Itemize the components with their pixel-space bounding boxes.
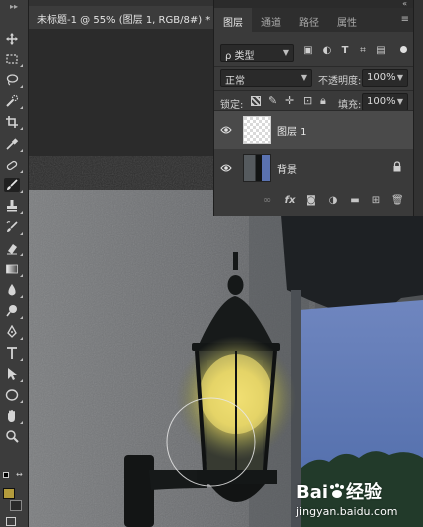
lock-all-icon[interactable]: 🔒︎ (320, 94, 326, 108)
fill-value: 100% (367, 96, 396, 107)
search-icon: ρ (225, 51, 232, 62)
layers-bottom-toolbar: ∞ fx ◙ ◑ ▬ ⊞ 🗑︎ (214, 193, 414, 211)
adjustment-layer-icon[interactable]: ◑ (327, 195, 339, 207)
chevron-down-icon: ▼ (282, 48, 289, 57)
tools-panel: ▸▸ ↔ (0, 0, 29, 527)
chevron-down-icon: ▼ (300, 73, 307, 82)
toolbar-grip[interactable]: ▸▸ (0, 0, 28, 12)
blur-tool-icon[interactable] (4, 283, 23, 298)
watermark-brand-suffix: 经验 (346, 482, 383, 503)
link-layers-icon[interactable]: ∞ (261, 195, 273, 207)
add-mask-icon[interactable]: ◙ (305, 195, 317, 207)
filter-toggle-icon[interactable] (400, 46, 407, 53)
zoom-tool-icon[interactable] (4, 429, 20, 443)
type-filter-icon[interactable]: T (340, 46, 350, 56)
layer-row-background[interactable]: 背景 (214, 149, 414, 187)
filter-kind-label: 类型 (234, 51, 255, 62)
layer-name[interactable]: 背景 (277, 161, 297, 176)
panel-title-strip: « (214, 0, 413, 8)
lock-artboard-icon[interactable]: ⊡ (303, 94, 312, 107)
move-tool-icon[interactable] (4, 32, 20, 46)
quick-select-tool-icon[interactable] (4, 94, 23, 109)
layer-thumbnail (243, 116, 271, 144)
smart-object-filter-icon[interactable]: ▤ (376, 46, 386, 56)
layer-name[interactable]: 图层 1 (277, 123, 307, 138)
opacity-value: 100% (367, 72, 396, 83)
delete-layer-icon[interactable]: 🗑︎ (391, 195, 404, 207)
image-filter-icon[interactable]: ▣ (303, 46, 313, 56)
eraser-tool-icon[interactable] (4, 241, 23, 256)
background-color-swatch[interactable] (10, 500, 22, 511)
healing-brush-tool-icon[interactable] (4, 158, 23, 173)
modified-indicator: * (205, 15, 211, 26)
brush-tool-icon[interactable] (4, 178, 23, 193)
ellipse-tool-icon[interactable] (4, 388, 23, 403)
baidu-jingyan-watermark: Bai 经验 jingyan.baidu.com (296, 472, 423, 527)
layer-thumbnail (243, 154, 271, 182)
type-tool-icon[interactable] (4, 346, 23, 361)
default-colors-icon[interactable] (3, 472, 9, 478)
watermark-url: jingyan.baidu.com (296, 505, 398, 518)
opacity-label: 不透明度: (318, 76, 362, 87)
watermark-logo: Bai 经验 (296, 478, 382, 504)
lasso-tool-icon[interactable] (4, 73, 23, 88)
swap-colors-icon[interactable]: ↔ (16, 470, 23, 479)
layers-panel: « 图层 通道 路径 属性 ≡ ρ 类型 ▼ ▣ ◐ T ⌗ ▤ 正常 ▼ 不透… (213, 0, 414, 216)
history-brush-tool-icon[interactable] (4, 220, 23, 235)
hand-tool-icon[interactable] (4, 409, 23, 424)
marquee-tool-icon[interactable] (4, 52, 23, 67)
dock-strip (413, 0, 423, 216)
watermark-brand: Bai (296, 482, 329, 503)
blend-mode-value: 正常 (225, 76, 245, 87)
visibility-eye-icon[interactable] (220, 163, 232, 173)
chevron-down-icon: ▼ (396, 97, 403, 106)
tab-layers[interactable]: 图层 (214, 8, 252, 32)
blend-mode-dropdown[interactable]: 正常 ▼ (220, 69, 312, 87)
chevron-down-icon: ▼ (396, 73, 403, 82)
lock-position-icon[interactable]: ✛ (285, 94, 294, 107)
tab-channels[interactable]: 通道 (252, 8, 290, 32)
fill-label: 填充: (338, 100, 362, 111)
collapse-panel-icon[interactable]: « (402, 0, 407, 8)
eyedropper-tool-icon[interactable] (4, 137, 23, 152)
document-tab-bar: 未标题-1 @ 55% (图层 1, RGB/8#) * × (29, 0, 226, 29)
paw-logo-icon (330, 483, 345, 498)
visibility-eye-icon[interactable] (220, 125, 232, 135)
pen-tool-icon[interactable] (4, 325, 23, 340)
new-group-icon[interactable]: ▬ (349, 195, 361, 207)
fx-icon[interactable]: fx (284, 195, 296, 207)
gradient-tool-icon[interactable] (4, 262, 23, 277)
lock-label: 锁定: (220, 100, 244, 111)
document-tab[interactable]: 未标题-1 @ 55% (图层 1, RGB/8#) * × (29, 6, 226, 29)
panel-menu-icon[interactable]: ≡ (401, 14, 409, 25)
document-title: 未标题-1 @ 55% (图层 1, RGB/8#) (37, 15, 203, 26)
lock-transparent-icon[interactable] (251, 96, 261, 106)
opacity-field[interactable]: 100% ▼ (362, 69, 408, 87)
shape-filter-icon[interactable]: ⌗ (358, 46, 368, 56)
layer-filter-dropdown[interactable]: ρ 类型 ▼ (220, 44, 294, 62)
tab-properties[interactable]: 属性 (328, 8, 366, 32)
layer-row-layer1[interactable]: 图层 1 (214, 111, 414, 149)
path-select-tool-icon[interactable] (4, 367, 23, 382)
lock-icon (393, 161, 401, 172)
new-layer-icon[interactable]: ⊞ (370, 195, 382, 207)
tab-paths[interactable]: 路径 (290, 8, 328, 32)
foreground-color-swatch[interactable] (3, 488, 15, 499)
lock-pixels-icon[interactable]: ✎ (268, 94, 277, 107)
fill-field[interactable]: 100% ▼ (362, 93, 408, 111)
crop-tool-icon[interactable] (4, 115, 23, 130)
adjustment-filter-icon[interactable]: ◐ (322, 46, 332, 56)
quick-mask-icon[interactable] (6, 517, 16, 526)
panel-tabs: 图层 通道 路径 属性 ≡ (214, 8, 414, 32)
dodge-tool-icon[interactable] (4, 304, 23, 319)
clone-stamp-tool-icon[interactable] (4, 199, 23, 214)
